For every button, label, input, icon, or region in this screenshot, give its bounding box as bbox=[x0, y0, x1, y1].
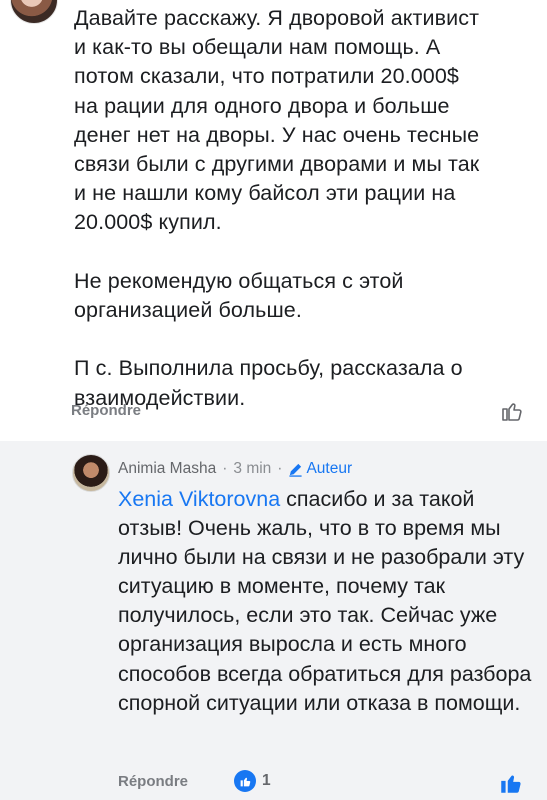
like-reaction-icon bbox=[234, 770, 256, 792]
comment: Давайте расскажу. Я дворовой активист и … bbox=[74, 4, 534, 413]
comment-text: Давайте расскажу. Я дворовой активист и … bbox=[74, 6, 480, 410]
separator: · bbox=[222, 460, 228, 477]
author-avatar[interactable] bbox=[72, 454, 110, 492]
thumbs-up-filled-icon[interactable] bbox=[498, 770, 524, 796]
reaction-count: 1 bbox=[262, 772, 271, 789]
author-badge: Auteur bbox=[288, 460, 352, 478]
reply-button[interactable]: Répondre bbox=[71, 402, 141, 419]
reaction-summary[interactable]: 1 bbox=[234, 770, 271, 792]
reply-text-body: спасибо и за такой отзыв! Очень жаль, чт… bbox=[118, 487, 532, 715]
timestamp[interactable]: 3 min bbox=[233, 460, 271, 478]
author-badge-label: Auteur bbox=[306, 460, 353, 477]
reply-text: Xenia Viktorovna спасибо и за такой отзы… bbox=[118, 485, 538, 718]
author-name[interactable]: Animia Masha bbox=[118, 460, 216, 478]
reply-button-2[interactable]: Répondre bbox=[118, 773, 188, 790]
thumbs-up-outline-icon[interactable] bbox=[500, 399, 524, 423]
reply-header: Animia Masha · 3 min · Auteur bbox=[118, 460, 352, 478]
separator-2: · bbox=[277, 460, 283, 477]
mention-link[interactable]: Xenia Viktorovna bbox=[118, 487, 280, 511]
pencil-icon bbox=[289, 463, 303, 477]
commenter-avatar[interactable] bbox=[10, 0, 58, 24]
